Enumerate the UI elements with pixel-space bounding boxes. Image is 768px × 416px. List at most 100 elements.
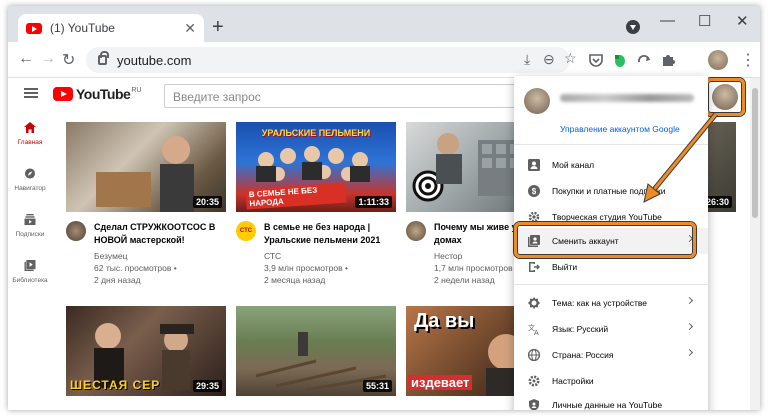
channel-avatar[interactable] [66, 221, 86, 241]
video-card[interactable]: 55:31 [236, 306, 396, 396]
video-info: СТС В семье не без народа | Уральские пе… [236, 221, 396, 286]
upload-age: 2 дня назад [94, 275, 141, 285]
extension-arrow-icon[interactable] [636, 52, 652, 68]
thumbnail-caption-bottom: издевает [408, 375, 473, 390]
channel-avatar[interactable] [406, 221, 426, 241]
maximize-button[interactable]: ☐ [698, 12, 711, 30]
menu-item-label: Мой канал [552, 160, 595, 170]
channel-name[interactable]: СТС [264, 250, 396, 262]
pocket-extension-icon[interactable] [588, 52, 604, 68]
lock-icon[interactable] [98, 51, 109, 65]
sidebar-item-home[interactable]: Главная [8, 122, 52, 146]
video-thumbnail[interactable]: ШЕСТАЯ СЕР 29:35 [66, 306, 226, 396]
sidebar-item-label: Библиотека [12, 277, 48, 284]
channel-name[interactable]: Безумец [94, 250, 226, 262]
annotation-highlight-switch-account [514, 222, 696, 258]
menu-item-language[interactable]: 文A Язык: Русский [514, 316, 708, 342]
tab-strip: (1) YouTube ✕ + — ☐ ✕ [8, 6, 760, 42]
sidebar-item-library[interactable]: Библиотека [8, 260, 52, 284]
scrollbar-thumb[interactable] [752, 88, 758, 218]
video-card[interactable]: УРАЛЬСКИЕ ПЕЛЬМЕНИ В СЕМЬЕ НЕ БЕЗ НАРОДА… [236, 122, 396, 286]
view-count: 3,9 млн просмотров • [264, 263, 348, 273]
browser-menu-icon[interactable]: ⋮ [740, 50, 756, 70]
menu-item-label: Настройки [552, 376, 594, 386]
video-info: Сделал СТРУЖКООТСОС В НОВОЙ мастерской! … [66, 221, 226, 286]
video-title[interactable]: Сделал СТРУЖКООТСОС В НОВОЙ мастерской! [94, 221, 226, 247]
chevron-right-icon [685, 296, 694, 305]
thumbnail-caption: ШЕСТАЯ СЕР [70, 378, 161, 392]
sidebar-item-subscriptions[interactable]: Подписки [8, 214, 52, 238]
duration-badge: 55:31 [362, 380, 392, 392]
forward-arrow-icon[interactable]: → [40, 50, 56, 68]
menu-item-label: Личные данные на YouTube [552, 400, 663, 410]
page-scrollbar[interactable] [750, 78, 760, 410]
close-tab-icon[interactable]: ✕ [184, 20, 196, 37]
video-title[interactable]: В семье не без народа | Уральские пельме… [264, 221, 396, 247]
menu-item-label: Выйти [552, 262, 578, 272]
video-thumbnail[interactable]: 20:35 [66, 122, 226, 212]
sidebar-item-explore[interactable]: Навигатор [8, 168, 52, 192]
dollar-icon: $ [528, 185, 540, 197]
subscriptions-icon [24, 214, 36, 225]
globe-icon [528, 349, 540, 361]
account-name-blurred [560, 94, 694, 102]
chevron-right-icon [685, 322, 694, 331]
hamburger-menu-icon[interactable] [24, 88, 38, 98]
sidebar-item-label: Подписки [15, 231, 45, 238]
youtube-play-icon [53, 87, 73, 101]
youtube-region-label: RU [131, 86, 142, 94]
video-card[interactable]: ШЕСТАЯ СЕР 29:35 [66, 306, 226, 396]
video-thumbnail[interactable]: УРАЛЬСКИЕ ПЕЛЬМЕНИ В СЕМЬЕ НЕ БЕЗ НАРОДА… [236, 122, 396, 212]
back-arrow-icon[interactable]: ← [18, 50, 34, 68]
tab-search-icon[interactable] [626, 20, 640, 34]
extensions-puzzle-icon[interactable] [660, 52, 676, 68]
install-app-icon[interactable]: ⤓ [524, 51, 530, 68]
video-card[interactable]: 20:35 Сделал СТРУЖКООТСОС В НОВОЙ мастер… [66, 122, 226, 286]
menu-item-theme[interactable]: Тема: как на устройстве [514, 290, 708, 316]
minimize-button[interactable]: — [660, 12, 675, 29]
channel-avatar[interactable]: СТС [236, 221, 256, 241]
url-text: youtube.com [117, 52, 192, 68]
home-icon [24, 122, 36, 133]
sidebar-item-label: Главная [17, 139, 43, 146]
search-input[interactable]: Введите запрос [164, 84, 524, 108]
duration-badge: 1:11:33 [355, 196, 392, 208]
video-thumbnail[interactable]: 55:31 [236, 306, 396, 396]
bookmark-star-icon[interactable]: ☆ [564, 50, 577, 67]
shield-icon [529, 399, 539, 410]
tab-title: (1) YouTube [50, 21, 115, 35]
youtube-favicon-icon [26, 22, 42, 34]
menu-item-settings[interactable]: Настройки [514, 368, 708, 394]
upload-age: 2 месяца назад [264, 275, 326, 285]
menu-item-label: Страна: Россия [552, 350, 614, 360]
zoom-icon[interactable]: ⊖ [543, 51, 555, 68]
menu-avatar [524, 88, 550, 114]
menu-item-country[interactable]: Страна: Россия [514, 342, 708, 368]
compass-icon [24, 168, 36, 179]
menu-item-label: Тема: как на устройстве [552, 298, 648, 308]
sidebar-item-label: Навигатор [14, 185, 46, 192]
logout-icon [529, 262, 540, 272]
reload-icon[interactable]: ↻ [62, 50, 75, 70]
menu-item-label: Язык: Русский [552, 324, 609, 334]
library-icon [24, 260, 36, 271]
youtube-logo[interactable]: YouTube RU [53, 86, 141, 102]
evernote-extension-icon[interactable] [612, 52, 628, 68]
translate-icon: 文A [528, 323, 539, 335]
close-window-button[interactable]: ✕ [736, 12, 749, 30]
person-icon [528, 159, 540, 171]
address-bar[interactable]: youtube.com [86, 47, 570, 73]
browser-window: (1) YouTube ✕ + — ☐ ✕ ← → ↻ youtube.com … [8, 6, 760, 410]
duration-badge: 29:35 [192, 380, 222, 392]
menu-item-personal-data[interactable]: Личные данные на YouTube [514, 392, 708, 410]
browser-profile-avatar[interactable] [708, 50, 728, 70]
svg-text:$: $ [532, 187, 537, 196]
annotation-arrow [643, 112, 718, 203]
menu-divider [514, 284, 708, 285]
view-count: 62 тыс. просмотров • [94, 263, 177, 273]
new-tab-button[interactable]: + [212, 16, 224, 39]
youtube-logo-text: YouTube [76, 86, 131, 102]
gear-icon [528, 375, 540, 387]
theme-icon [528, 297, 540, 309]
browser-tab[interactable]: (1) YouTube ✕ [18, 14, 204, 42]
